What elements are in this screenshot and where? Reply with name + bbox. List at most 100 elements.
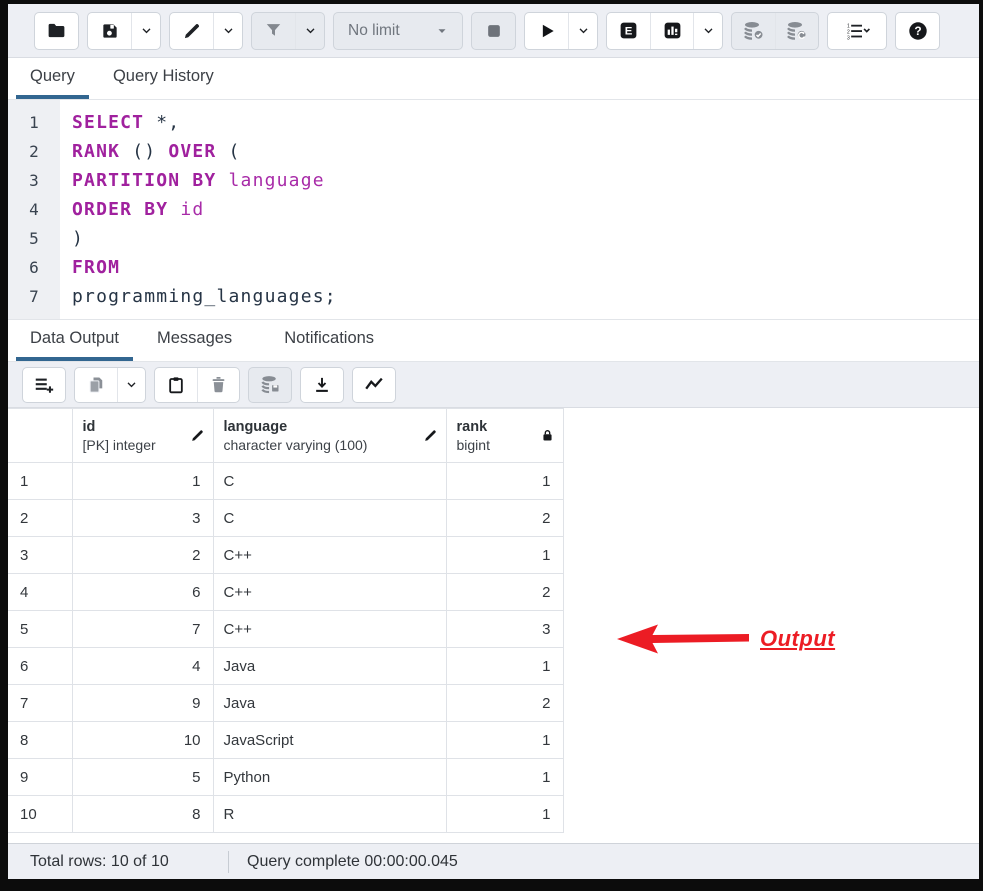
tab-notifications-label: Notifications xyxy=(284,329,374,348)
save-options-button[interactable] xyxy=(131,13,160,49)
editor-code[interactable]: SELECT *,RANK () OVER (PARTITION BY lang… xyxy=(60,100,979,319)
column-header-language[interactable]: language character varying (100) xyxy=(213,409,446,463)
limit-group: No limit xyxy=(333,12,463,50)
line-number: 5 xyxy=(8,224,60,253)
id-cell[interactable]: 2 xyxy=(72,537,213,574)
row-number-cell[interactable]: 1 xyxy=(8,463,72,500)
id-cell[interactable]: 5 xyxy=(72,759,213,796)
tab-data-output[interactable]: Data Output xyxy=(16,320,133,361)
copy-options-button[interactable] xyxy=(117,368,145,402)
sql-editor[interactable]: 1234567 SELECT *,RANK () OVER (PARTITION… xyxy=(8,100,979,320)
language-cell[interactable]: R xyxy=(213,796,446,833)
language-cell[interactable]: Java xyxy=(213,685,446,722)
row-number-cell[interactable]: 2 xyxy=(8,500,72,537)
explain-options-button[interactable] xyxy=(693,13,722,49)
select-all-cell[interactable] xyxy=(8,409,72,463)
language-cell[interactable]: Java xyxy=(213,648,446,685)
id-cell[interactable]: 1 xyxy=(72,463,213,500)
row-number-cell[interactable]: 10 xyxy=(8,796,72,833)
output-annotation-label: Output xyxy=(760,626,835,652)
column-header-rank[interactable]: rank bigint xyxy=(446,409,563,463)
id-cell[interactable]: 3 xyxy=(72,500,213,537)
id-cell[interactable]: 10 xyxy=(72,722,213,759)
row-number-cell[interactable]: 9 xyxy=(8,759,72,796)
row-number-cell[interactable]: 8 xyxy=(8,722,72,759)
id-cell[interactable]: 8 xyxy=(72,796,213,833)
save-button[interactable] xyxy=(88,13,131,49)
filter-button[interactable] xyxy=(252,13,295,49)
paste-button[interactable] xyxy=(155,368,197,402)
rank-cell[interactable]: 1 xyxy=(446,796,563,833)
add-row-group xyxy=(22,367,66,403)
rank-cell[interactable]: 1 xyxy=(446,759,563,796)
stop-button[interactable] xyxy=(472,13,515,49)
copy-button[interactable] xyxy=(75,368,117,402)
svg-text:?: ? xyxy=(914,24,921,38)
row-number-cell[interactable]: 5 xyxy=(8,611,72,648)
id-cell[interactable]: 7 xyxy=(72,611,213,648)
line-number: 7 xyxy=(8,282,60,311)
id-cell[interactable]: 4 xyxy=(72,648,213,685)
column-type: [PK] integer xyxy=(83,436,156,454)
language-cell[interactable]: C++ xyxy=(213,574,446,611)
macros-button[interactable]: 123 xyxy=(828,13,886,49)
row-limit-dropdown[interactable]: No limit xyxy=(334,13,462,49)
rollback-button[interactable] xyxy=(775,13,818,49)
open-file-button[interactable] xyxy=(35,13,78,49)
tab-notifications[interactable]: Notifications xyxy=(270,320,388,361)
language-cell[interactable]: JavaScript xyxy=(213,722,446,759)
edit-button[interactable] xyxy=(170,13,213,49)
rank-cell[interactable]: 1 xyxy=(446,648,563,685)
stop-icon xyxy=(484,21,504,41)
code-line: ) xyxy=(72,224,979,253)
rank-cell[interactable]: 1 xyxy=(446,463,563,500)
rank-cell[interactable]: 1 xyxy=(446,722,563,759)
column-type: bigint xyxy=(457,436,490,454)
explain-analyze-button[interactable] xyxy=(650,13,693,49)
tab-messages[interactable]: Messages xyxy=(143,320,246,361)
row-number-cell[interactable]: 7 xyxy=(8,685,72,722)
id-cell[interactable]: 9 xyxy=(72,685,213,722)
chevron-down-icon xyxy=(304,24,317,37)
table-row: 79Java2 xyxy=(8,685,563,722)
execute-options-button[interactable] xyxy=(568,13,597,49)
language-cell[interactable]: C xyxy=(213,463,446,500)
add-row-button[interactable] xyxy=(23,368,65,402)
column-header-id[interactable]: id [PK] integer xyxy=(72,409,213,463)
row-number-cell[interactable]: 3 xyxy=(8,537,72,574)
rank-cell[interactable]: 2 xyxy=(446,574,563,611)
language-cell[interactable]: C++ xyxy=(213,537,446,574)
rank-cell[interactable]: 3 xyxy=(446,611,563,648)
edit-options-button[interactable] xyxy=(213,13,242,49)
edit-group xyxy=(169,12,243,50)
row-number-cell[interactable]: 6 xyxy=(8,648,72,685)
add-row-icon xyxy=(33,374,55,396)
row-number-cell[interactable]: 4 xyxy=(8,574,72,611)
rank-cell[interactable]: 2 xyxy=(446,500,563,537)
tab-query[interactable]: Query xyxy=(16,58,89,99)
download-group xyxy=(300,367,344,403)
grid-body: 11C123C232C++146C++257C++364Java179Java2… xyxy=(8,463,563,833)
save-data-button[interactable] xyxy=(249,368,291,402)
filter-group xyxy=(251,12,325,50)
language-cell[interactable]: C xyxy=(213,500,446,537)
graph-visualiser-button[interactable] xyxy=(353,368,395,402)
output-annotation: Output xyxy=(616,620,835,658)
line-number: 2 xyxy=(8,137,60,166)
explain-button[interactable]: E xyxy=(607,13,650,49)
language-cell[interactable]: Python xyxy=(213,759,446,796)
table-row: 23C2 xyxy=(8,500,563,537)
execute-button[interactable] xyxy=(525,13,568,49)
language-cell[interactable]: C++ xyxy=(213,611,446,648)
help-button[interactable]: ? xyxy=(896,13,939,49)
commit-button[interactable] xyxy=(732,13,775,49)
download-button[interactable] xyxy=(301,368,343,402)
delete-button[interactable] xyxy=(197,368,239,402)
code-line: programming_languages; xyxy=(72,282,979,311)
id-cell[interactable]: 6 xyxy=(72,574,213,611)
rank-cell[interactable]: 1 xyxy=(446,537,563,574)
tab-query-history[interactable]: Query History xyxy=(99,58,228,99)
rank-cell[interactable]: 2 xyxy=(446,685,563,722)
filter-options-button[interactable] xyxy=(295,13,324,49)
editor-tabbar: Query Query History xyxy=(8,58,979,100)
